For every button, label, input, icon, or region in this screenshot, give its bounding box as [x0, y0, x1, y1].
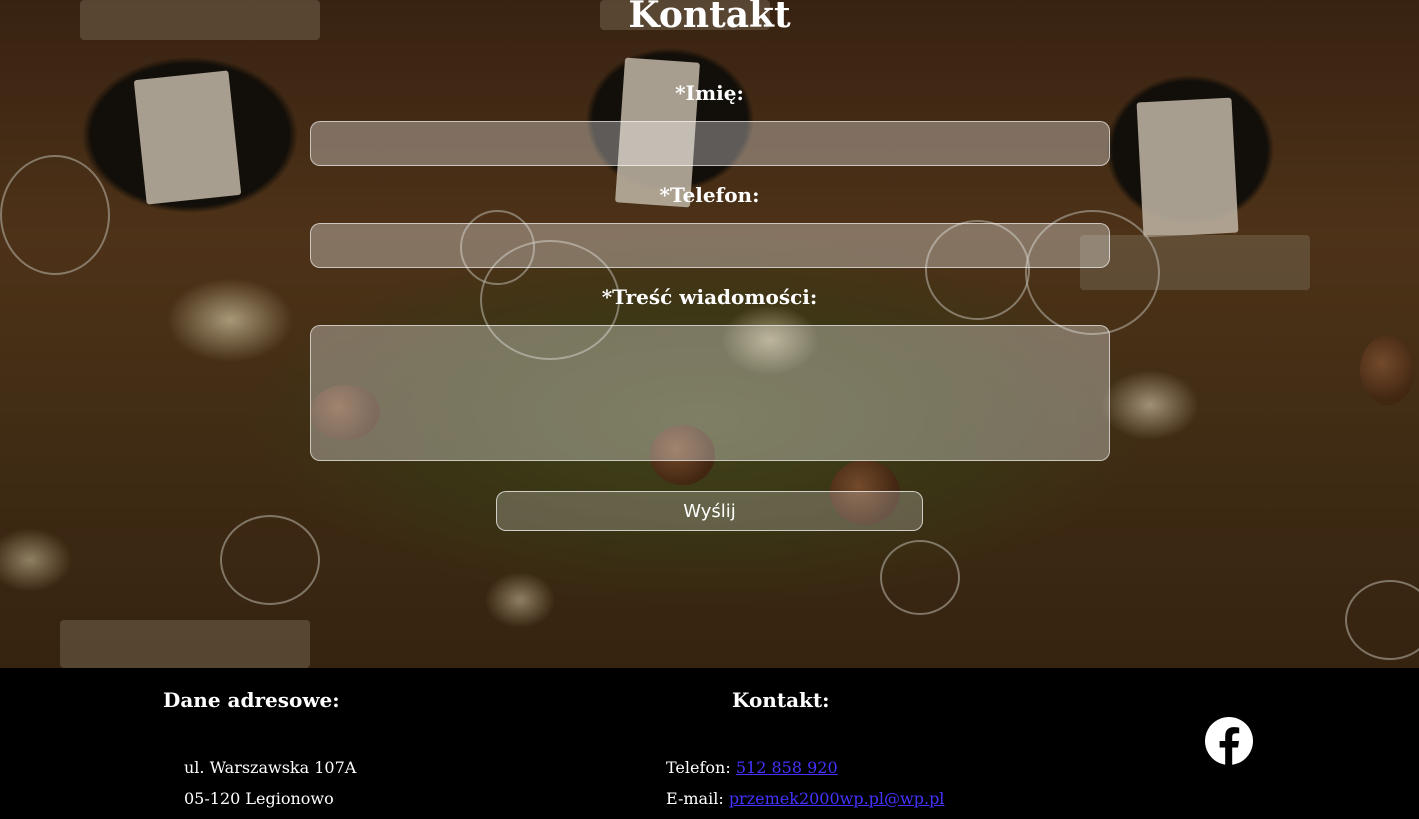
name-label: *Imię:	[675, 81, 744, 105]
address-heading: Dane adresowe:	[163, 688, 340, 712]
page-title: Kontakt	[628, 0, 791, 36]
name-input[interactable]	[310, 121, 1110, 166]
phone-link[interactable]: 512 858 920	[736, 758, 838, 777]
phone-label: *Telefon:	[659, 183, 760, 207]
message-textarea[interactable]	[310, 325, 1110, 461]
address-line-city: 05-120 Legionowo	[184, 789, 334, 808]
phone-prefix: Telefon:	[666, 758, 731, 777]
contact-heading: Kontakt:	[732, 688, 830, 712]
address-line-street: ul. Warszawska 107A	[184, 758, 357, 777]
facebook-icon[interactable]	[1204, 716, 1254, 766]
contact-email-row: E-mail: przemek2000wp.pl@wp.pl	[666, 789, 944, 808]
email-prefix: E-mail:	[666, 789, 724, 808]
email-link[interactable]: przemek2000wp.pl@wp.pl	[729, 789, 945, 808]
footer: Dane adresowe: ul. Warszawska 107A 05-12…	[0, 668, 1419, 819]
submit-button[interactable]: Wyślij	[496, 491, 923, 531]
message-label: *Treść wiadomości:	[601, 285, 818, 309]
contact-phone-row: Telefon: 512 858 920	[666, 758, 838, 777]
phone-input[interactable]	[310, 223, 1110, 268]
